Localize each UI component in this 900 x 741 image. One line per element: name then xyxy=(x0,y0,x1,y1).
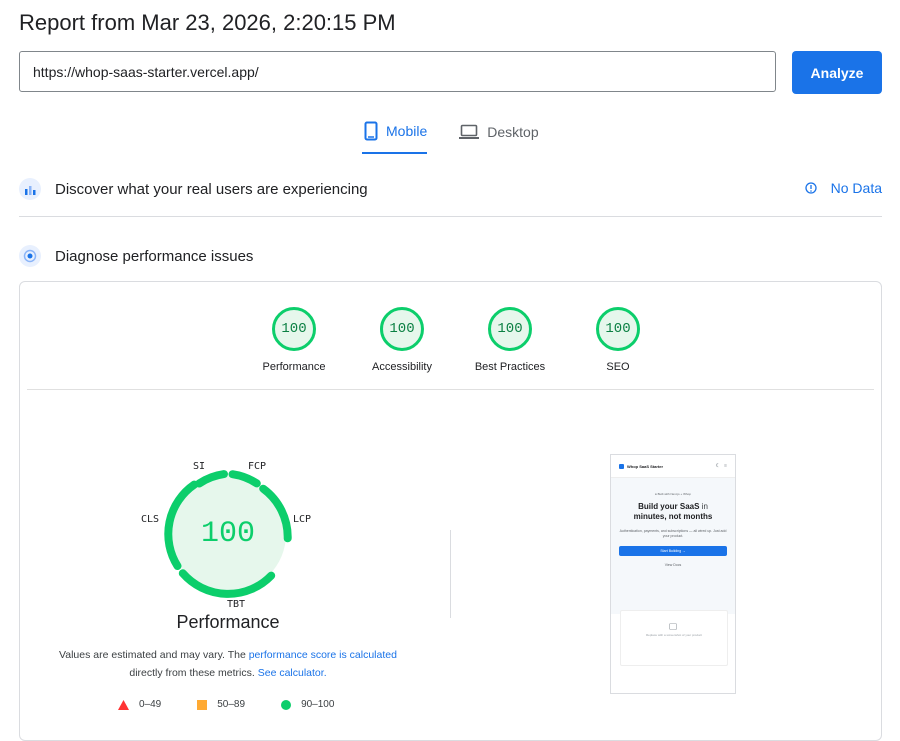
legend-item-pass: 90–100 xyxy=(281,699,334,710)
gauge-seo[interactable]: 100 SEO xyxy=(564,307,672,373)
report-title: Report from Mar 23, 2026, 2:20:15 PM xyxy=(19,10,396,35)
section-divider xyxy=(19,216,882,217)
info-icon xyxy=(804,182,817,194)
note-mid: directly from these metrics. xyxy=(129,667,258,679)
tab-desktop-label: Desktop xyxy=(487,124,539,140)
score-circle: 100 xyxy=(272,307,316,351)
users-chart-icon xyxy=(19,178,41,200)
legend-range: 50–89 xyxy=(217,699,246,710)
shot-primary-cta: Start Building → xyxy=(619,546,727,556)
category-gauges: 100 Performance 100 Accessibility 100 Be… xyxy=(240,307,672,373)
shot-headline: Build your SaaS in minutes, not months xyxy=(611,502,735,522)
card-divider xyxy=(27,389,874,390)
score-circle: 100 xyxy=(596,307,640,351)
triangle-icon xyxy=(118,699,129,710)
performance-gauge: 100 xyxy=(146,452,310,616)
shot-headline-light: in xyxy=(701,502,708,511)
see-calculator-link[interactable]: See calculator. xyxy=(258,667,327,679)
device-tabs: Mobile Desktop xyxy=(362,118,571,154)
score-circle: 100 xyxy=(380,307,424,351)
estimate-note: Values are estimated and may vary. The p… xyxy=(40,646,416,682)
shot-secondary-cta: View Docs xyxy=(664,563,682,567)
legend-range: 0–49 xyxy=(139,699,162,710)
gauge-label: SEO xyxy=(606,361,630,373)
shot-subtext: Authentication, payments, and subscripti… xyxy=(619,529,727,538)
gauge-label: Accessibility xyxy=(372,361,432,373)
legend-item-average: 50–89 xyxy=(197,699,245,710)
tab-desktop[interactable]: Desktop xyxy=(457,118,540,154)
metric-label-fcp: FCP xyxy=(248,461,267,472)
legend-item-fail: 0–49 xyxy=(118,699,161,710)
url-input[interactable]: https://whop-saas-starter.vercel.app/ xyxy=(19,51,776,92)
desktop-icon xyxy=(459,124,480,139)
shot-header: Whop SaaS Starter ☾ ≡ xyxy=(611,455,735,478)
gauge-label: Performance xyxy=(262,361,326,373)
vertical-divider xyxy=(450,530,451,618)
app-logo-icon xyxy=(619,463,624,469)
gauge-label: Best Practices xyxy=(474,361,546,373)
tab-mobile-label: Mobile xyxy=(386,123,428,139)
shot-placeholder-text: Replace with a screenshot of your produc… xyxy=(645,633,703,637)
shot-headline-line2: minutes, not months xyxy=(633,512,713,521)
metric-label-si: SI xyxy=(193,461,206,472)
metric-label-tbt: TBT xyxy=(227,599,246,610)
moon-icon: ☾ xyxy=(715,463,721,469)
score-legend: 0–49 50–89 90–100 xyxy=(118,699,370,710)
score-calculated-link[interactable]: performance score is calculated xyxy=(249,649,397,661)
legend-range: 90–100 xyxy=(301,699,335,710)
performance-title: Performance xyxy=(176,612,280,632)
shot-placeholder-box: Replace with a screenshot of your produc… xyxy=(620,610,728,666)
square-icon xyxy=(197,699,208,710)
shot-headline-bold: Build your SaaS xyxy=(638,502,700,511)
shot-hero: ● Built with Next.js + Whop Build your S… xyxy=(611,478,735,614)
diagnose-section: Diagnose performance issues xyxy=(19,245,253,267)
note-prefix: Values are estimated and may vary. The xyxy=(59,649,249,661)
final-screenshot[interactable]: Whop SaaS Starter ☾ ≡ ● Built with Next.… xyxy=(610,454,736,694)
circle-icon xyxy=(281,699,292,710)
gauge-performance[interactable]: 100 Performance xyxy=(240,307,348,373)
gauge-best-practices[interactable]: 100 Best Practices xyxy=(456,307,564,373)
gauge-accessibility[interactable]: 100 Accessibility xyxy=(348,307,456,373)
diagnose-title: Diagnose performance issues xyxy=(55,247,254,265)
score-circle: 100 xyxy=(488,307,532,351)
url-input-value: https://whop-saas-starter.vercel.app/ xyxy=(33,63,259,80)
mobile-icon xyxy=(364,121,378,141)
menu-icon: ≡ xyxy=(724,463,727,469)
diagnose-icon xyxy=(19,245,41,267)
shot-app-name: Whop SaaS Starter xyxy=(627,463,664,469)
analyze-button[interactable]: Analyze xyxy=(792,51,882,94)
no-data-link[interactable]: No Data xyxy=(804,180,882,196)
metric-label-cls: CLS xyxy=(141,514,160,525)
no-data-label: No Data xyxy=(830,180,882,196)
tab-mobile[interactable]: Mobile xyxy=(362,118,428,154)
field-data-section: Discover what your real users are experi… xyxy=(19,178,368,200)
performance-score: 100 xyxy=(200,517,255,551)
metric-label-lcp: LCP xyxy=(293,514,312,525)
image-icon xyxy=(669,623,677,630)
shot-badge: ● Built with Next.js + Whop xyxy=(655,492,691,496)
field-data-title: Discover what your real users are experi… xyxy=(55,180,368,198)
